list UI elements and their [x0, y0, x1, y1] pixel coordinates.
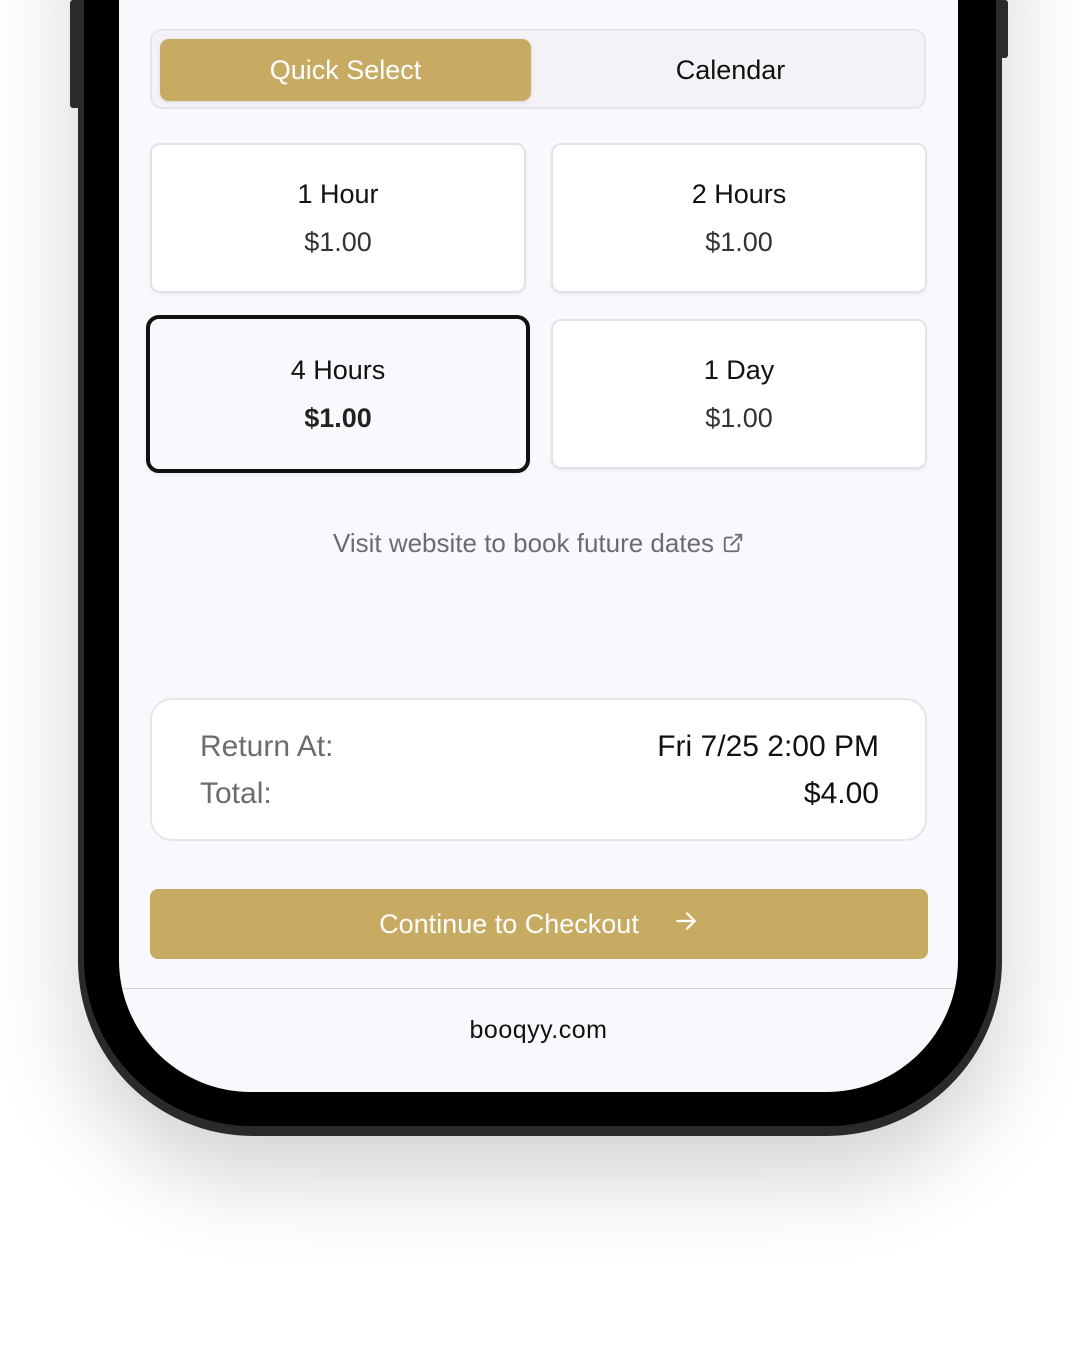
duration-option-1-hour[interactable]: 1 Hour $1.00 — [150, 143, 526, 293]
continue-to-checkout-button[interactable]: Continue to Checkout — [150, 889, 928, 959]
option-price: $1.00 — [705, 403, 773, 433]
tab-quick-select[interactable]: Quick Select — [160, 39, 531, 101]
checkout-button-label: Continue to Checkout — [379, 908, 639, 939]
duration-option-1-day[interactable]: 1 Day $1.00 — [551, 319, 927, 469]
option-label: 1 Hour — [297, 179, 379, 209]
option-price: $1.00 — [304, 403, 372, 433]
return-at-label: Return At: — [200, 730, 334, 763]
tab-calendar[interactable]: Calendar — [545, 39, 916, 101]
option-label: 4 Hours — [290, 355, 386, 385]
duration-option-4-hours[interactable]: 4 Hours $1.00 — [146, 315, 530, 473]
browser-url-bar[interactable]: booqyy.com — [119, 1016, 958, 1045]
phone-screen: Quick Select Calendar 1 Hour $1.00 2 Hou… — [119, 0, 958, 1092]
mode-segmented-control: Quick Select Calendar — [150, 29, 926, 109]
option-price: $1.00 — [705, 227, 773, 257]
total-label: Total: — [200, 777, 272, 810]
device-mockup: Quick Select Calendar 1 Hour $1.00 2 Hou… — [0, 0, 1080, 1350]
external-link-icon — [722, 530, 744, 561]
option-label: 2 Hours — [691, 179, 787, 209]
duration-option-2-hours[interactable]: 2 Hours $1.00 — [551, 143, 927, 293]
return-at-value: Fri 7/25 2:00 PM — [657, 730, 879, 763]
total-value: $4.00 — [803, 777, 879, 810]
option-label: 1 Day — [703, 355, 775, 385]
booking-summary-card: Return At: Fri 7/25 2:00 PM Total: $4.00 — [150, 698, 927, 841]
option-price: $1.00 — [304, 227, 372, 257]
visit-website-link[interactable]: Visit website to book future dates — [119, 528, 958, 561]
footer-divider — [119, 988, 958, 989]
visit-website-text: Visit website to book future dates — [332, 528, 715, 558]
arrow-right-icon — [673, 908, 699, 941]
